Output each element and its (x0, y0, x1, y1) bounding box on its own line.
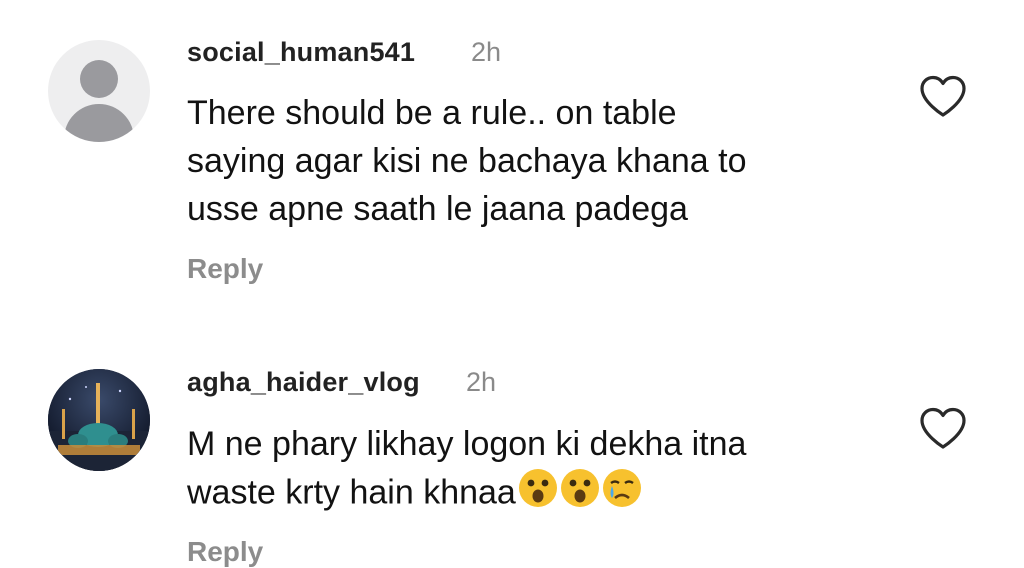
comment-timestamp: 2h (466, 367, 497, 397)
face-open-mouth-emoji (560, 468, 600, 521)
face-open-mouth-emoji (518, 468, 558, 521)
crying-face-emoji (602, 468, 642, 521)
avatar[interactable] (48, 369, 150, 471)
reply-button[interactable]: Reply (187, 536, 263, 568)
comment-text: M ne phary likhay logon ki dekha itna wa… (187, 420, 907, 521)
mosque-night-photo (48, 369, 150, 471)
comment-username[interactable]: agha_haider_vlog (187, 367, 420, 398)
comment-item: agha_haider_vlog 2h M ne phary likhay lo… (0, 0, 1024, 567)
heart-outline-icon[interactable] (918, 406, 968, 450)
